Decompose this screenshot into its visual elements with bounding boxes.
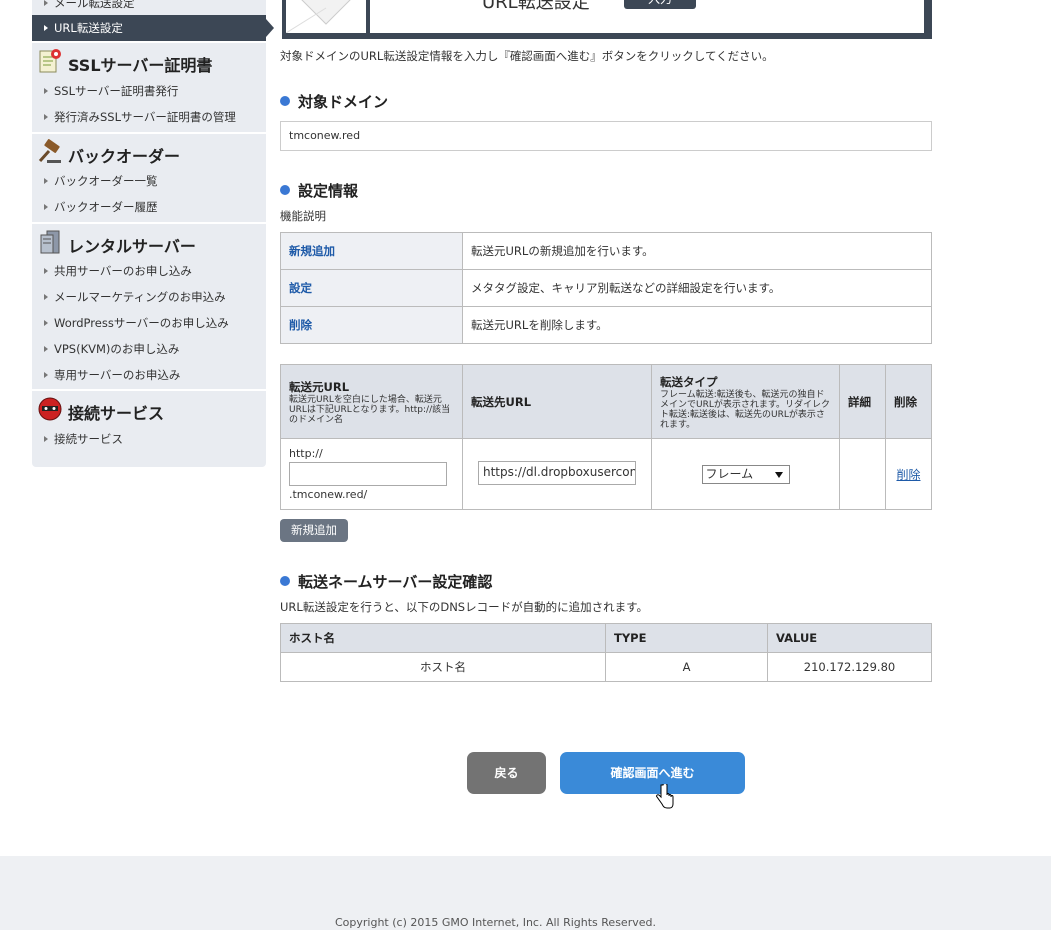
col-dest-url: 転送先URL: [462, 364, 652, 439]
col-type: TYPE: [605, 623, 768, 653]
page-header-inner: URL転送設定 入力: [370, 0, 924, 33]
forward-type-cell: フレーム: [651, 438, 840, 510]
function-desc: メタタグ設定、キャリア別転送などの詳細設定を行います。: [462, 269, 932, 307]
sidebar-section-rental-server: レンタルサーバー: [32, 222, 266, 262]
envelope-icon: [286, 0, 366, 33]
section-heading-text: 設定情報: [298, 182, 359, 200]
sidebar-item-backorder-history[interactable]: バックオーダー履歴: [32, 194, 266, 220]
dns-host: ホスト名: [280, 652, 606, 682]
bullet-dot-icon: [280, 185, 290, 195]
dns-value: 210.172.129.80: [767, 652, 932, 682]
col-delete: 削除: [885, 364, 932, 439]
dest-url-input[interactable]: https://dl.dropboxuserconte: [478, 460, 636, 485]
add-new-button[interactable]: 新規追加: [280, 519, 348, 542]
table-row: ホスト名 A 210.172.129.80: [280, 652, 932, 682]
sidebar-item-url-forward[interactable]: URL転送設定: [32, 15, 274, 41]
url-forward-table: 転送元URL 転送元URLを空白にした場合、転送元URLは下記URLとなります。…: [280, 364, 932, 510]
bullet-dot-icon: [280, 96, 290, 106]
copyright-text: Copyright (c) 2015 GMO Internet, Inc. Al…: [335, 916, 656, 929]
table-row: 削除 転送元URLを削除します。: [280, 306, 932, 344]
dns-type: A: [605, 652, 768, 682]
certificate-icon: [37, 48, 63, 74]
function-description-label: 機能説明: [280, 209, 326, 223]
sidebar-item-backorder-list[interactable]: バックオーダー一覧: [32, 168, 266, 194]
sidebar-item-mail-forward[interactable]: メール転送設定: [32, 0, 266, 16]
table-row: 新規追加 転送元URLの新規追加を行います。: [280, 232, 932, 270]
sidebar-item-ssl-issue[interactable]: SSLサーバー証明書発行: [32, 78, 266, 104]
col-note: 転送元URLを空白にした場合、転送元URLは下記URLとなります。http://…: [289, 394, 451, 425]
sidebar-item-ssl-manage[interactable]: 発行済みSSLサーバー証明書の管理: [32, 104, 266, 130]
sidebar-section-title: レンタルサーバー: [68, 237, 196, 256]
sidebar-section-backorder: バックオーダー: [32, 132, 266, 172]
table-row: http:// .tmconew.red/ https://dl.dropbox…: [280, 438, 932, 510]
sidebar-item-wordpress-server[interactable]: WordPressサーバーのお申し込み: [32, 310, 266, 336]
section-heading-text: 転送ネームサーバー設定確認: [298, 573, 493, 591]
back-button[interactable]: 戻る: [467, 752, 546, 794]
sidebar-item-shared-server[interactable]: 共用サーバーのお申し込み: [32, 258, 266, 284]
source-url-cell: http:// .tmconew.red/: [280, 438, 463, 510]
hand-cursor-icon: [656, 784, 674, 809]
sidebar: メール転送設定 URL転送設定 SSLサーバー証明書 SSLサーバー証明書発行 …: [32, 0, 274, 467]
connection-icon: [37, 396, 63, 422]
sidebar-item-connection-service[interactable]: 接続サービス: [32, 426, 266, 452]
dns-description: URL転送設定を行うと、以下のDNSレコードが自動的に追加されます。: [280, 600, 648, 614]
sidebar-section-title: 接続サービス: [68, 404, 165, 423]
server-icon: [37, 229, 63, 255]
delete-cell: 削除: [885, 438, 932, 510]
table-header-row: ホスト名 TYPE VALUE: [280, 623, 932, 653]
sidebar-section-connection: 接続サービス: [32, 389, 266, 429]
col-note: フレーム転送:転送後も、転送元の独自ドメインでURLが表示されます。リダイレクト…: [660, 389, 830, 430]
forward-type-select[interactable]: フレーム: [701, 464, 790, 484]
delete-link[interactable]: 削除: [896, 468, 920, 482]
section-heading-text: 対象ドメイン: [298, 93, 389, 111]
page-header-card: URL転送設定 入力: [282, 0, 932, 39]
source-prefix: http://: [289, 447, 323, 460]
proceed-to-confirm-button[interactable]: 確認画面へ進む: [560, 752, 745, 794]
col-source-url: 転送元URL 転送元URLを空白にした場合、転送元URLは下記URLとなります。…: [280, 364, 463, 439]
table-header-row: 転送元URL 転送元URLを空白にした場合、転送元URLは下記URLとなります。…: [280, 364, 932, 439]
function-table: 新規追加 転送元URLの新規追加を行います。 設定 メタタグ設定、キャリア別転送…: [280, 232, 932, 344]
col-value: VALUE: [767, 623, 932, 653]
section-heading-domain: 対象ドメイン: [280, 91, 388, 112]
select-value: フレーム: [705, 466, 754, 481]
section-heading-settings: 設定情報: [280, 180, 358, 201]
gavel-icon: [37, 139, 63, 165]
col-forward-type: 転送タイプ フレーム転送:転送後も、転送元の独自ドメインでURLが表示されます。…: [651, 364, 840, 439]
detail-cell: [839, 438, 886, 510]
step-badge: 入力: [624, 0, 696, 9]
target-domain-field: tmconew.red: [280, 121, 932, 151]
dns-record-table: ホスト名 TYPE VALUE ホスト名 A 210.172.129.80: [280, 623, 932, 682]
intro-text: 対象ドメインのURL転送設定情報を入力し『確認画面へ進む』ボタンをクリックしてく…: [280, 49, 774, 63]
sidebar-section-title: SSLサーバー証明書: [68, 56, 213, 75]
section-heading-dns: 転送ネームサーバー設定確認: [280, 571, 492, 592]
function-key: 新規追加: [280, 232, 463, 270]
sidebar-section-ssl: SSLサーバー証明書: [32, 41, 266, 81]
source-url-input[interactable]: [289, 462, 447, 486]
col-title: 転送タイプ: [660, 374, 718, 389]
footer: Copyright (c) 2015 GMO Internet, Inc. Al…: [0, 856, 1051, 930]
col-detail: 詳細: [839, 364, 886, 439]
bullet-dot-icon: [280, 576, 290, 586]
function-desc: 転送元URLを削除します。: [462, 306, 932, 344]
sidebar-section-title: バックオーダー: [68, 147, 181, 166]
sidebar-item-mail-marketing[interactable]: メールマーケティングのお申込み: [32, 284, 266, 310]
dest-url-cell: https://dl.dropboxuserconte: [462, 438, 652, 510]
function-key: 設定: [280, 269, 463, 307]
source-suffix: .tmconew.red/: [289, 488, 368, 501]
col-title: 転送元URL: [289, 379, 350, 394]
table-row: 設定 メタタグ設定、キャリア別転送などの詳細設定を行います。: [280, 269, 932, 307]
function-desc: 転送元URLの新規追加を行います。: [462, 232, 932, 270]
sidebar-item-vps[interactable]: VPS(KVM)のお申し込み: [32, 336, 266, 362]
col-host: ホスト名: [280, 623, 606, 653]
function-key: 削除: [280, 306, 463, 344]
sidebar-item-dedicated-server[interactable]: 専用サーバーのお申込み: [32, 362, 266, 388]
page-title: URL転送設定: [482, 0, 590, 13]
dropdown-arrow-icon: [774, 471, 783, 478]
